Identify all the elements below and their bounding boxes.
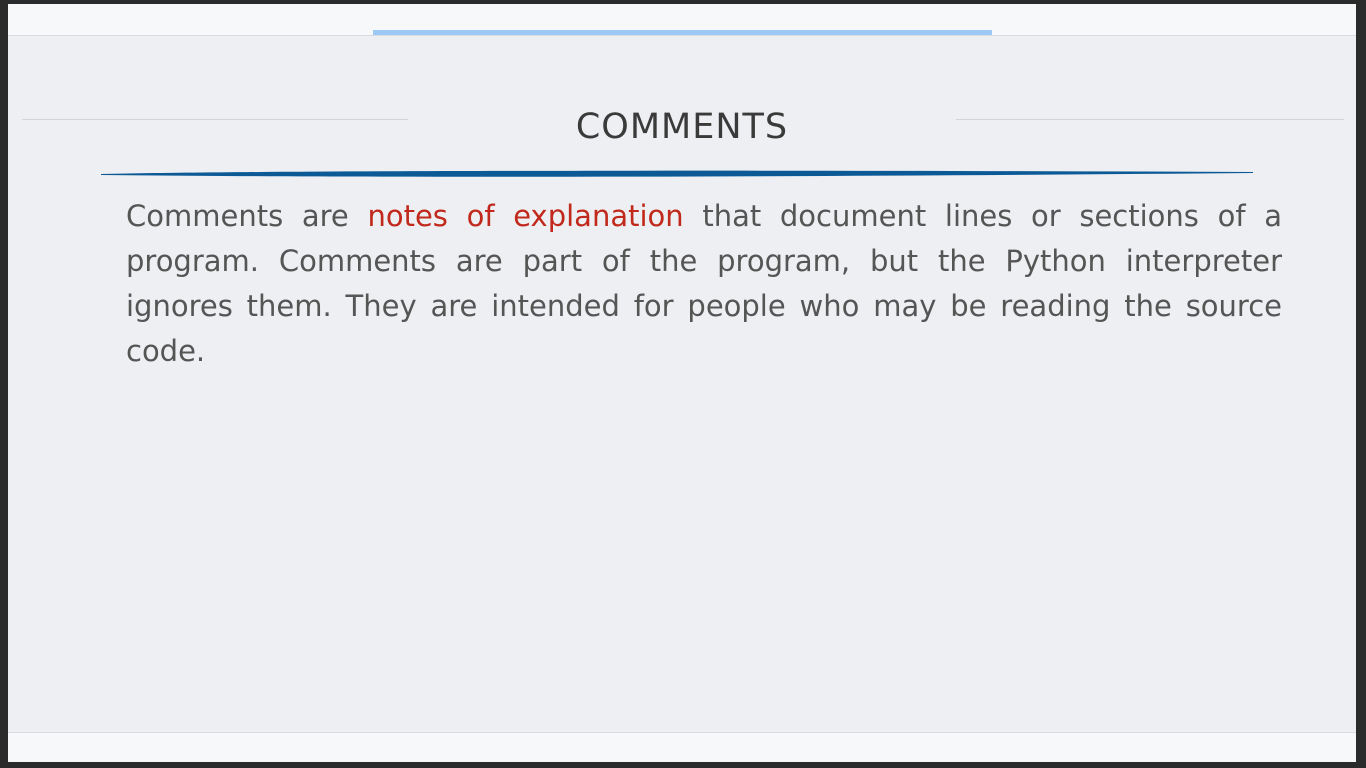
top-accent-bar	[373, 30, 992, 35]
slide-bottom-band	[8, 732, 1356, 762]
slide-body-text: Comments are notes of explanation that d…	[126, 194, 1282, 374]
slide: COMMENTS Comments are notes of explanati…	[8, 4, 1356, 762]
title-rule-right	[956, 119, 1344, 120]
title-rule-left	[22, 119, 408, 120]
body-text-lead: Comments are	[126, 199, 368, 233]
title-underline-brush	[101, 170, 1253, 177]
slide-title: COMMENTS	[575, 107, 789, 147]
body-text-highlight: notes of explanation	[367, 199, 684, 233]
